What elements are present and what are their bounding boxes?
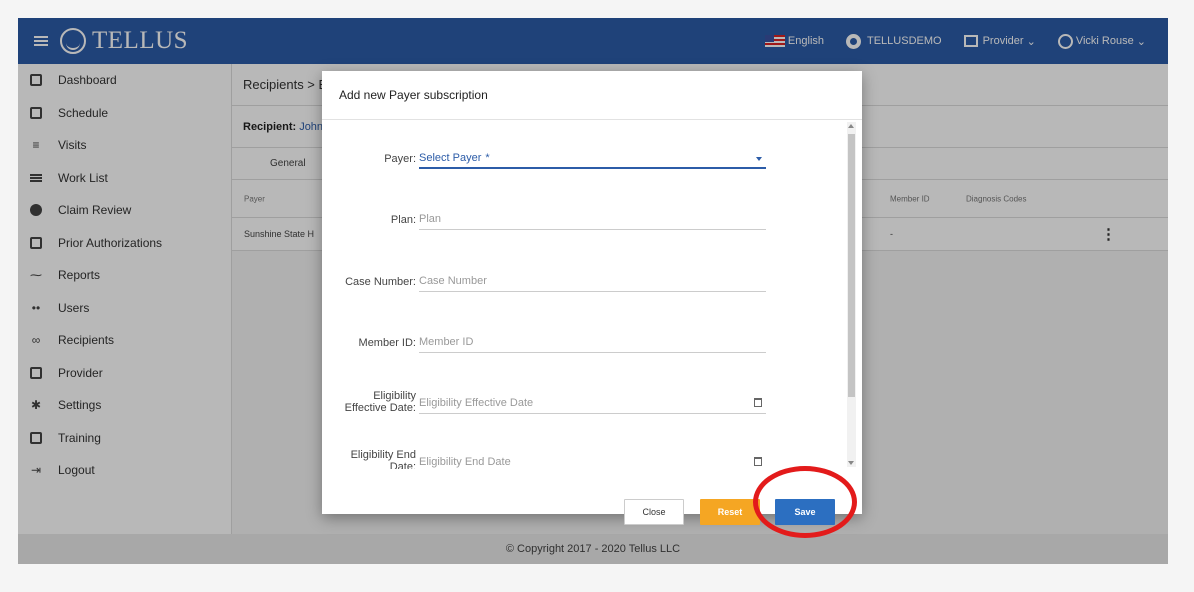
eligibility-effective-row: Eligibility Effective Date: Eligibility … [322,390,862,420]
dialog-scrollbar[interactable] [847,122,856,467]
case-number-placeholder: Case Number [419,275,487,287]
plan-placeholder: Plan [419,213,442,225]
eligibility-end-label: Eligibility End Date: [351,449,416,469]
member-id-placeholder: Member ID [419,336,474,348]
eligibility-effective-placeholder: Eligibility Effective Date [419,397,534,409]
plan-label: Plan: [390,214,416,226]
scroll-down-arrow-icon[interactable] [848,461,854,465]
member-id-label: Member ID: [358,337,416,349]
calendar-icon[interactable] [754,457,762,466]
eligibility-end-label-line2: Date: [389,461,416,469]
case-number-row: Case Number: Case Number [322,268,862,298]
case-number-input[interactable]: Case Number [419,270,766,292]
eligibility-end-placeholder: Eligibility End Date [419,456,511,468]
app-window: TELLUS English TELLUSDEMO Provider ⌄ Vic… [18,18,1168,564]
eligibility-effective-label: Eligibility Effective Date: [345,390,416,414]
reset-button[interactable]: Reset [700,499,760,525]
close-button[interactable]: Close [624,499,684,525]
eligibility-effective-label-line2: Effective Date: [344,402,416,414]
calendar-icon[interactable] [754,398,762,407]
eligibility-end-label-line1: Eligibility End [350,449,416,461]
eligibility-effective-date-input[interactable]: Eligibility Effective Date [419,392,766,414]
payer-row: Payer: Select Payer * [322,145,862,175]
scrollbar-thumb[interactable] [848,134,855,397]
dialog-title: Add new Payer subscription [322,71,862,120]
member-id-row: Member ID: Member ID [322,329,862,359]
dialog-body: Payer: Select Payer * Plan: Plan Case Num… [322,120,862,469]
eligibility-end-row: Eligibility End Date: Eligibility End Da… [322,449,862,469]
case-number-label: Case Number: [345,276,416,288]
scroll-up-arrow-icon[interactable] [848,124,854,128]
plan-input[interactable]: Plan [419,208,766,230]
payer-label: Payer: [384,153,416,165]
save-highlight-circle [753,466,857,538]
required-marker: * [485,152,490,164]
payer-select-value: Select Payer [419,152,482,164]
dropdown-arrow-icon [756,157,762,161]
eligibility-effective-label-line1: Eligibility [373,390,416,402]
payer-select[interactable]: Select Payer * [419,147,766,169]
member-id-input[interactable]: Member ID [419,331,766,353]
add-payer-subscription-dialog: Add new Payer subscription Payer: Select… [322,71,862,525]
eligibility-end-date-input[interactable]: Eligibility End Date [419,451,766,469]
plan-row: Plan: Plan [322,206,862,236]
